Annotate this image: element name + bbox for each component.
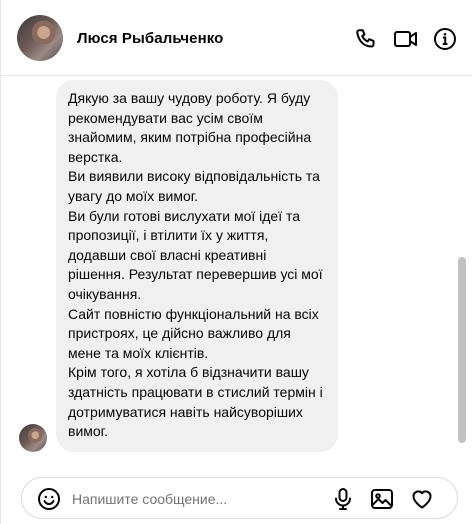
phone-icon[interactable] — [353, 26, 379, 52]
chat-header: Люся Рыбальченко — [1, 0, 472, 76]
chat-window: Люся Рыбальченко Дякую за вашу чудову ро… — [0, 0, 472, 524]
image-icon[interactable] — [370, 487, 394, 511]
message-scrollbar[interactable] — [457, 77, 467, 463]
message-composer — [1, 470, 472, 524]
message-input[interactable] — [72, 487, 272, 511]
emoji-icon[interactable] — [37, 487, 61, 511]
message-bubble[interactable]: Дякую за вашу чудову роботу. Я буду реко… — [56, 80, 338, 452]
message-list[interactable]: Дякую за вашу чудову роботу. Я буду реко… — [1, 77, 459, 463]
heart-icon[interactable] — [410, 487, 434, 511]
info-icon[interactable] — [432, 26, 458, 52]
contact-name[interactable]: Люся Рыбальченко — [77, 30, 223, 47]
video-camera-icon[interactable] — [393, 26, 419, 52]
contact-avatar[interactable] — [17, 15, 63, 61]
composer-box[interactable] — [21, 477, 458, 519]
microphone-icon[interactable] — [331, 487, 355, 511]
message-sender-avatar[interactable] — [19, 424, 47, 452]
scrollbar-thumb[interactable] — [458, 257, 466, 443]
